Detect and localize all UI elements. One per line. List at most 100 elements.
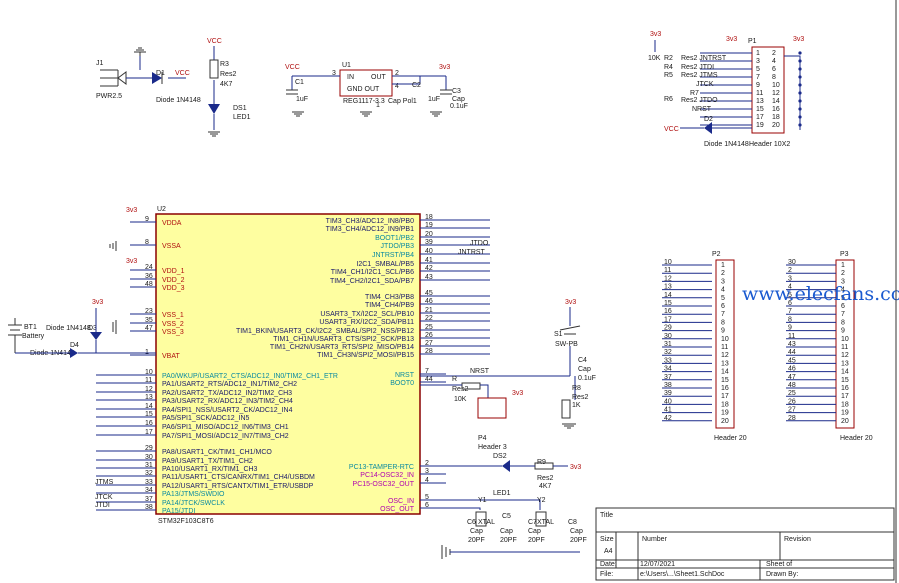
ds2-label: DS2 <box>493 453 507 460</box>
mcu-right-pin-num: 20 <box>425 231 433 238</box>
mcu-right-pin-num: 3 <box>425 468 429 475</box>
header-pin-num: 18 <box>721 401 729 408</box>
v33-jtag-b: 3v3 <box>726 36 737 43</box>
p2-rows: 1 10 2 11 3 12 4 13 5 14 6 15 7 16 8 17 9 29 10 30 11 31 12 32 1… <box>662 259 729 425</box>
d4-label: D4 <box>70 342 79 349</box>
mcu-left-pin-num: 16 <box>145 420 153 427</box>
r3-label: R3 <box>220 61 229 68</box>
s1-label: S1 <box>554 331 563 338</box>
mcu-right-pin-name: TIM4_CH4/PB9 <box>365 302 414 309</box>
mcu-right-pin-name: TIM1_CH2N/USART3_RTS/SPI2_MISO/PB14 <box>270 344 414 351</box>
tb-date: Date: <box>600 561 617 568</box>
c8-cap: Cap <box>570 528 583 535</box>
p1-pin-right: 8 <box>772 74 776 81</box>
p1-pin-right: 14 <box>772 98 780 105</box>
p1-pin-left: 1 <box>756 50 760 57</box>
p1-header: Header 10X2 <box>749 141 790 148</box>
pwr-label: PWR2.5 <box>96 93 122 100</box>
v33-jtag-c: 3v3 <box>793 36 804 43</box>
mcu-left-pin-num: 33 <box>145 479 153 486</box>
ds2-led: LED1 <box>493 490 511 497</box>
c7-value: 20PF <box>528 537 545 544</box>
p1-label: P1 <box>748 38 757 45</box>
c5-value: 20PF <box>500 537 517 544</box>
c4-value: 0.1uF <box>578 375 596 382</box>
p1-pin-left: 17 <box>756 114 764 121</box>
header-pin-num: 10 <box>841 336 849 343</box>
mcu-left-pin-name: PA6/SPI1_MISO/ADC12_IN6/TIM3_CH1 <box>162 424 289 431</box>
capPol1-label: Cap Pol1 <box>388 98 417 105</box>
header-net-label: 25 <box>788 390 796 397</box>
header-pin-num: 9 <box>841 328 845 335</box>
header-net-label: 10 <box>664 259 672 266</box>
mcu-right-pin-name: PC14-OSC32_IN <box>360 472 414 479</box>
mcu-right-pin-num: 44 <box>425 376 433 383</box>
mcu-left-pin-name: VDD_2 <box>162 277 185 284</box>
battery-section: BT1 Battery Diode 1N4148 D3 D4 Diode 1N4… <box>8 299 156 358</box>
v33-vdda: 3v3 <box>126 207 137 214</box>
mcu-right-pin-name: BOOT0 <box>390 380 414 387</box>
p1-pin-left: 3 <box>756 58 760 65</box>
header-pin-num: 15 <box>841 377 849 384</box>
header-pin-num: 18 <box>841 401 849 408</box>
osc-ground <box>441 545 451 559</box>
mcu-right-pin-num: 42 <box>425 265 433 272</box>
header-pin-num: 8 <box>841 319 845 326</box>
jtag-sig-1: Res2 JTDI <box>681 64 714 71</box>
d2-value: Diode 1N4148 <box>704 141 749 148</box>
p4-body <box>477 397 507 419</box>
v33-reset: 3v3 <box>565 299 576 306</box>
header-net-label: 8 <box>788 316 792 323</box>
header-net-label: 30 <box>664 333 672 340</box>
header-pin-num: 1 <box>841 262 845 269</box>
net-jtdi: JTDI <box>95 502 110 509</box>
mcu-right-pin-name: BOOT1/PB2 <box>375 235 414 242</box>
header-net-label: 15 <box>664 300 672 307</box>
mcu-left-pin-num: 35 <box>145 317 153 324</box>
p1-pin-left: 13 <box>756 98 764 105</box>
p4-header: Header 3 <box>478 444 507 451</box>
v33-ds2: 3v3 <box>570 464 581 471</box>
mcu-left-pin-name: VDD_3 <box>162 285 185 292</box>
regulator-section: VCC U1 IN OUT GND OUT REG1117-3.3 Cap Po… <box>285 62 468 117</box>
d2-symbol <box>704 122 712 134</box>
header-net-label: 41 <box>664 407 672 414</box>
mcu-right-pin-name: PC13-TAMPER-RTC <box>349 464 414 471</box>
mcu-right-pin-num: 26 <box>425 332 433 339</box>
header-net-label: 27 <box>788 407 796 414</box>
u1-pin1: 1 <box>376 102 380 109</box>
header-pin-num: 4 <box>721 287 725 294</box>
tb-title: Title <box>600 512 613 519</box>
p4-label: P4 <box>478 435 487 442</box>
mcu-left-pin-name: PA9/USART1_TX/TIM1_CH2 <box>162 458 253 465</box>
v33-batt: 3v3 <box>92 299 103 306</box>
u1-out: OUT <box>371 74 387 81</box>
mcu-right-pin-num: 41 <box>425 257 433 264</box>
header-pin-num: 5 <box>721 295 725 302</box>
d3-symbol <box>90 332 102 340</box>
header-net-label: 17 <box>664 316 672 323</box>
mcu-right-pin-num: 7 <box>425 368 429 375</box>
header-pin-num: 14 <box>721 369 729 376</box>
header-net-label: 32 <box>664 349 672 356</box>
mcu-right-pin-name: TIM3_CH4/ADC12_IN9/PB1 <box>326 226 414 233</box>
d2-label: D2 <box>704 116 713 123</box>
bt1-battery: Battery <box>22 333 45 340</box>
c1-label: C1 <box>295 79 304 86</box>
jtag-r7: R7 <box>690 90 699 97</box>
c8-value: 20PF <box>570 537 587 544</box>
header-net-label: 12 <box>664 275 672 282</box>
header-p3: P3 Header 20 130223344556677889910111143… <box>786 251 873 442</box>
vcc-r3: VCC <box>207 38 222 45</box>
mcu-left-pin-num: 13 <box>145 394 153 401</box>
mcu-left-pin-name: PA5/SPI1_SCK/ADC12_IN5 <box>162 415 250 422</box>
mcu-right-pin-name: OSC_OUT <box>380 506 415 513</box>
v33-vdd: 3v3 <box>126 258 137 265</box>
ds1-label: DS1 <box>233 105 247 112</box>
mcu-left-pin-name: PA11/USART1_CTS/CANRX/TIM1_CH4/USBDM <box>162 474 315 481</box>
mcu-right-pin-num: 18 <box>425 214 433 221</box>
p3-label: P3 <box>840 251 849 258</box>
mcu-right-pin-name: JNTRST/PB4 <box>372 252 414 259</box>
tb-size: Size <box>600 536 614 543</box>
mcu-right-pin-num: 45 <box>425 290 433 297</box>
